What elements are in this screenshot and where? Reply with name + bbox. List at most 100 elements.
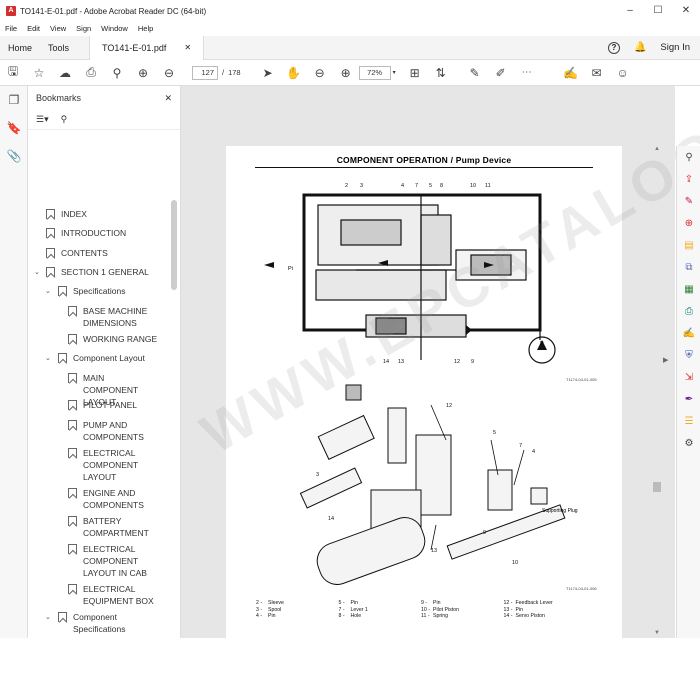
bookmark-item[interactable]: PILOT PANEL — [68, 399, 160, 411]
save-icon[interactable]: 🖫 — [0, 60, 26, 86]
bookmark-item[interactable]: Component Specifications — [58, 611, 160, 635]
bookmark-item[interactable]: ENGINE AND COMPONENTS — [68, 487, 160, 511]
bookmark-label: ELECTRICAL EQUIPMENT BOX — [83, 584, 154, 606]
bookmark-item[interactable]: ELECTRICAL COMPONENT LAYOUT — [68, 447, 160, 483]
menu-help[interactable]: Help — [133, 22, 158, 36]
more-options-icon[interactable]: ⋯ — [514, 60, 540, 86]
combine-icon[interactable]: ⧉ — [677, 256, 700, 278]
bookmark-label: BASE MACHINE DIMENSIONS — [83, 306, 148, 328]
sign-pen-icon[interactable]: ✍ — [558, 60, 584, 86]
zoom-in-icon[interactable]: ⊕ — [333, 60, 359, 86]
svg-text:4: 4 — [532, 449, 535, 455]
bookmark-item[interactable]: Specifications — [58, 285, 160, 297]
minimize-button[interactable]: – — [616, 0, 644, 22]
maximize-button[interactable]: ☐ — [644, 0, 672, 22]
previous-page-icon[interactable]: ⊕ — [130, 60, 156, 86]
help-icon[interactable]: ? — [607, 41, 620, 54]
protect-icon[interactable]: ⛨ — [677, 344, 700, 366]
bookmark-item[interactable]: ELECTRICAL COMPONENT LAYOUT IN CAB — [68, 543, 160, 579]
bookmarks-panel-icon[interactable]: 🔖 — [0, 114, 28, 142]
zoom-search-icon[interactable]: ⚲ — [104, 60, 130, 86]
bookmark-label: Specifications — [73, 286, 126, 296]
print-icon[interactable]: ⎙ — [78, 60, 104, 86]
bookmarks-scrollbar[interactable] — [171, 200, 177, 290]
tab-document[interactable]: TO141-E-01.pdf ✕ — [89, 35, 205, 60]
comment-icon[interactable]: ▤ — [677, 234, 700, 256]
account-icon[interactable]: ☺ — [610, 60, 636, 86]
fill-sign-icon[interactable]: ✍ — [677, 322, 700, 344]
sign-icon[interactable]: ✒ — [677, 388, 700, 410]
bookmark-icon — [68, 544, 77, 554]
bookmark-item[interactable]: WORKING RANGE — [68, 333, 160, 345]
bookmark-item[interactable]: INDEX — [46, 208, 160, 220]
expand-collapse-icon[interactable]: ⌄ — [45, 354, 51, 362]
scroll-down-icon[interactable]: ▼ — [654, 630, 660, 636]
organize-icon[interactable]: ▦ — [677, 278, 700, 300]
page-number-input[interactable]: 127 — [192, 65, 218, 80]
legend-label: Servo Piston — [515, 613, 545, 619]
tab-close-icon[interactable]: ✕ — [184, 43, 191, 52]
bookmark-item[interactable]: Component Layout — [58, 352, 160, 364]
compress-icon[interactable]: ⇲ — [677, 366, 700, 388]
notifications-bell-icon[interactable]: 🔔 — [634, 42, 646, 53]
expand-tools-icon[interactable]: ▶ — [663, 356, 668, 364]
zoom-level-select[interactable]: 72% — [358, 65, 391, 80]
settings-icon[interactable]: ⚙ — [677, 432, 700, 454]
comment-icon[interactable]: ✎ — [462, 60, 488, 86]
scan-icon[interactable]: ⎙ — [677, 300, 700, 322]
svg-text:5: 5 — [429, 183, 432, 189]
expand-collapse-icon[interactable]: ⌄ — [34, 268, 40, 276]
scroll-up-icon[interactable]: ▲ — [654, 146, 660, 152]
bookmark-item[interactable]: CONTENTS — [46, 247, 160, 259]
bookmark-icon — [68, 448, 77, 458]
tab-home[interactable]: Home — [0, 36, 40, 60]
bookmark-item[interactable]: BATTERY COMPARTMENT — [68, 515, 160, 539]
bookmark-label: SECTION 1 GENERAL — [61, 267, 149, 277]
email-icon[interactable]: ✉ — [584, 60, 610, 86]
bookmark-icon — [68, 373, 77, 383]
bookmark-options-icon[interactable]: ☰▾ — [36, 114, 49, 125]
menu-file[interactable]: File — [0, 22, 22, 36]
bookmark-item[interactable]: ELECTRICAL EQUIPMENT BOX — [68, 583, 160, 607]
bookmark-icon — [68, 306, 77, 316]
find-bookmark-icon[interactable]: ⚲ — [61, 114, 68, 125]
page-display-icon[interactable]: ⊞ — [402, 60, 428, 86]
menu-window[interactable]: Window — [96, 22, 133, 36]
create-pdf-icon[interactable]: ⊕ — [677, 212, 700, 234]
sign-in-button[interactable]: Sign In — [660, 42, 690, 53]
page-total: 178 — [228, 68, 241, 77]
svg-text:13: 13 — [431, 548, 437, 554]
zoom-out-icon[interactable]: ⊖ — [307, 60, 333, 86]
export-pdf-icon[interactable]: ⇪ — [677, 168, 700, 190]
tab-tools[interactable]: Tools — [40, 36, 77, 60]
search-icon[interactable]: ⚲ — [677, 146, 700, 168]
attachments-icon[interactable]: 📎 — [0, 142, 28, 170]
close-window-button[interactable]: ✕ — [672, 0, 700, 22]
expand-collapse-icon[interactable]: ⌄ — [45, 287, 51, 295]
next-page-icon[interactable]: ⊖ — [156, 60, 182, 86]
scroll-mode-icon[interactable]: ⇅ — [428, 60, 454, 86]
more-tools-icon[interactable]: ☰ — [677, 410, 700, 432]
menu-view[interactable]: View — [45, 22, 71, 36]
edit-pdf-icon[interactable]: ✎ — [677, 190, 700, 212]
select-cursor-icon[interactable]: ➤ — [255, 60, 281, 86]
bookmark-star-icon[interactable]: ☆ — [26, 60, 52, 86]
bookmark-label: INTRODUCTION — [61, 228, 127, 238]
zoom-dropdown-icon[interactable]: ▾ — [393, 69, 396, 76]
title-bar: A TO141-E-01.pdf - Adobe Acrobat Reader … — [0, 0, 700, 22]
legend-row: 4 - Pin 8 - Hole 11 - Spring 14 - Servo Piston — [256, 613, 586, 620]
highlight-pen-icon[interactable]: ✐ — [488, 60, 514, 86]
document-scrollbar[interactable]: ▲ ▼ — [652, 146, 662, 638]
menu-sign[interactable]: Sign — [71, 22, 96, 36]
menu-edit[interactable]: Edit — [22, 22, 45, 36]
close-panel-icon[interactable]: ✕ — [164, 93, 172, 104]
bookmark-item[interactable]: INTRODUCTION — [46, 227, 160, 239]
bookmark-item[interactable]: PUMP AND COMPONENTS — [68, 419, 160, 443]
hand-tool-icon[interactable]: ✋ — [281, 60, 307, 86]
cloud-upload-icon[interactable]: ☁ — [52, 60, 78, 86]
bookmark-item[interactable]: SECTION 1 GENERAL — [46, 266, 160, 278]
expand-collapse-icon[interactable]: ⌄ — [45, 613, 51, 621]
page-thumbnails-icon[interactable]: ❐ — [0, 86, 28, 114]
scroll-thumb[interactable] — [653, 482, 661, 492]
bookmark-item[interactable]: BASE MACHINE DIMENSIONS — [68, 305, 160, 329]
